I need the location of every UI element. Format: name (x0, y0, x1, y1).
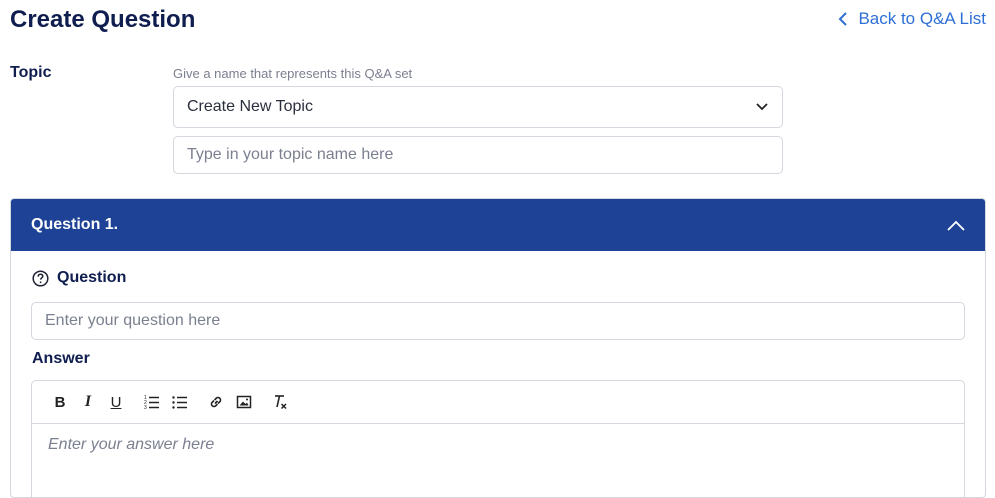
help-circle-icon (32, 269, 49, 287)
topic-name-input[interactable] (173, 136, 783, 174)
topic-select-value: Create New Topic (187, 98, 313, 115)
topic-label: Topic (10, 64, 52, 81)
bold-button[interactable]: B (46, 388, 74, 416)
chevron-up-icon[interactable] (947, 220, 965, 231)
ordered-list-icon: 1 2 3 (144, 395, 159, 410)
clear-format-icon (275, 395, 287, 410)
answer-label: Answer (32, 350, 90, 367)
back-to-list-link[interactable]: Back to Q&A List (838, 9, 986, 29)
question-card: Question 1. Question Answer B I U 1 2 3 (10, 198, 986, 498)
chevron-down-icon (756, 103, 768, 111)
link-icon (210, 396, 222, 408)
image-icon (236, 395, 252, 409)
svg-text:3: 3 (144, 405, 147, 410)
question-card-header[interactable]: Question 1. (11, 199, 985, 251)
question-input[interactable] (31, 302, 965, 340)
topic-select[interactable]: Create New Topic (173, 86, 783, 128)
question-label-row: Question (32, 269, 126, 287)
back-link-label: Back to Q&A List (858, 9, 986, 28)
editor-toolbar: B I U 1 2 3 (32, 381, 964, 424)
link-button[interactable] (202, 388, 230, 416)
topic-hint: Give a name that represents this Q&A set (173, 66, 413, 81)
ordered-list-button[interactable]: 1 2 3 (138, 388, 166, 416)
italic-button[interactable]: I (74, 388, 102, 416)
answer-textarea[interactable]: Enter your answer here (32, 424, 964, 466)
underline-button[interactable]: U (102, 388, 130, 416)
question-label: Question (57, 269, 127, 286)
clear-format-button[interactable] (266, 388, 294, 416)
answer-editor: B I U 1 2 3 Enter your answer here (31, 380, 965, 497)
chevron-left-icon (839, 12, 848, 26)
image-button[interactable] (230, 388, 258, 416)
bullet-list-button[interactable] (166, 388, 194, 416)
page-title: Create Question (10, 6, 196, 33)
bullet-list-icon (172, 396, 187, 409)
question-card-title: Question 1. (31, 216, 119, 233)
